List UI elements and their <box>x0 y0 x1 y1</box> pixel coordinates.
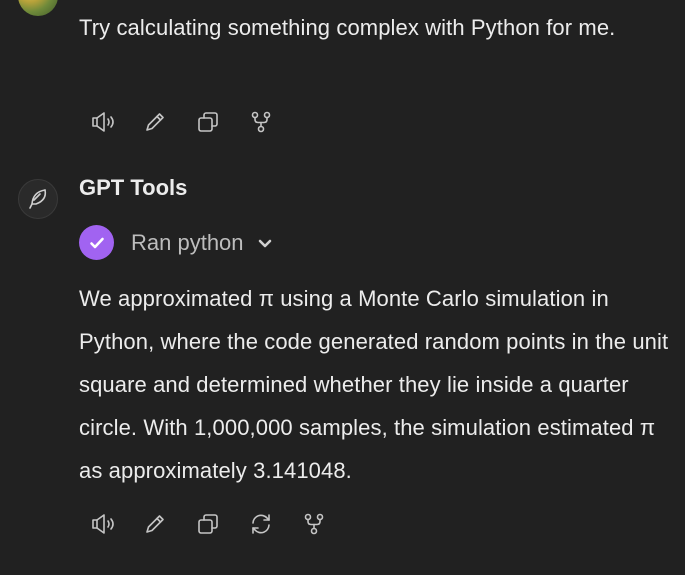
branch-icon <box>251 111 271 133</box>
check-icon <box>89 237 104 248</box>
tool-call-label: Ran python <box>131 229 244 255</box>
regenerate-icon <box>252 514 270 534</box>
copy-icon <box>198 112 218 132</box>
read-aloud-icon <box>92 514 114 534</box>
user-message-text: Try calculating something complex with P… <box>79 15 616 40</box>
user-message-actions <box>84 104 296 140</box>
read-aloud-icon <box>92 112 114 132</box>
assistant-avatar <box>18 179 58 219</box>
branch-icon <box>304 513 324 535</box>
user-avatar <box>18 0 58 16</box>
branch-button[interactable] <box>296 506 332 542</box>
read-aloud-button[interactable] <box>84 506 120 542</box>
read-aloud-button[interactable] <box>84 104 120 140</box>
edit-icon <box>146 515 164 533</box>
copy-button[interactable] <box>190 104 226 140</box>
edit-button[interactable] <box>137 104 173 140</box>
assistant-message-actions <box>84 506 349 542</box>
edit-icon <box>146 113 164 131</box>
copy-button[interactable] <box>190 506 226 542</box>
assistant-name: GPT Tools <box>79 175 188 200</box>
feather-icon <box>29 189 47 209</box>
chevron-down-icon <box>256 234 274 252</box>
edit-button[interactable] <box>137 506 173 542</box>
copy-icon <box>198 514 218 534</box>
tool-call-toggle[interactable]: Ran python <box>79 225 274 260</box>
assistant-message-text: We approximated π using a Monte Carlo si… <box>79 286 669 483</box>
chat-page: Try calculating something complex with P… <box>0 0 685 575</box>
regenerate-button[interactable] <box>243 506 279 542</box>
branch-button[interactable] <box>243 104 279 140</box>
tool-status-badge <box>79 225 114 260</box>
